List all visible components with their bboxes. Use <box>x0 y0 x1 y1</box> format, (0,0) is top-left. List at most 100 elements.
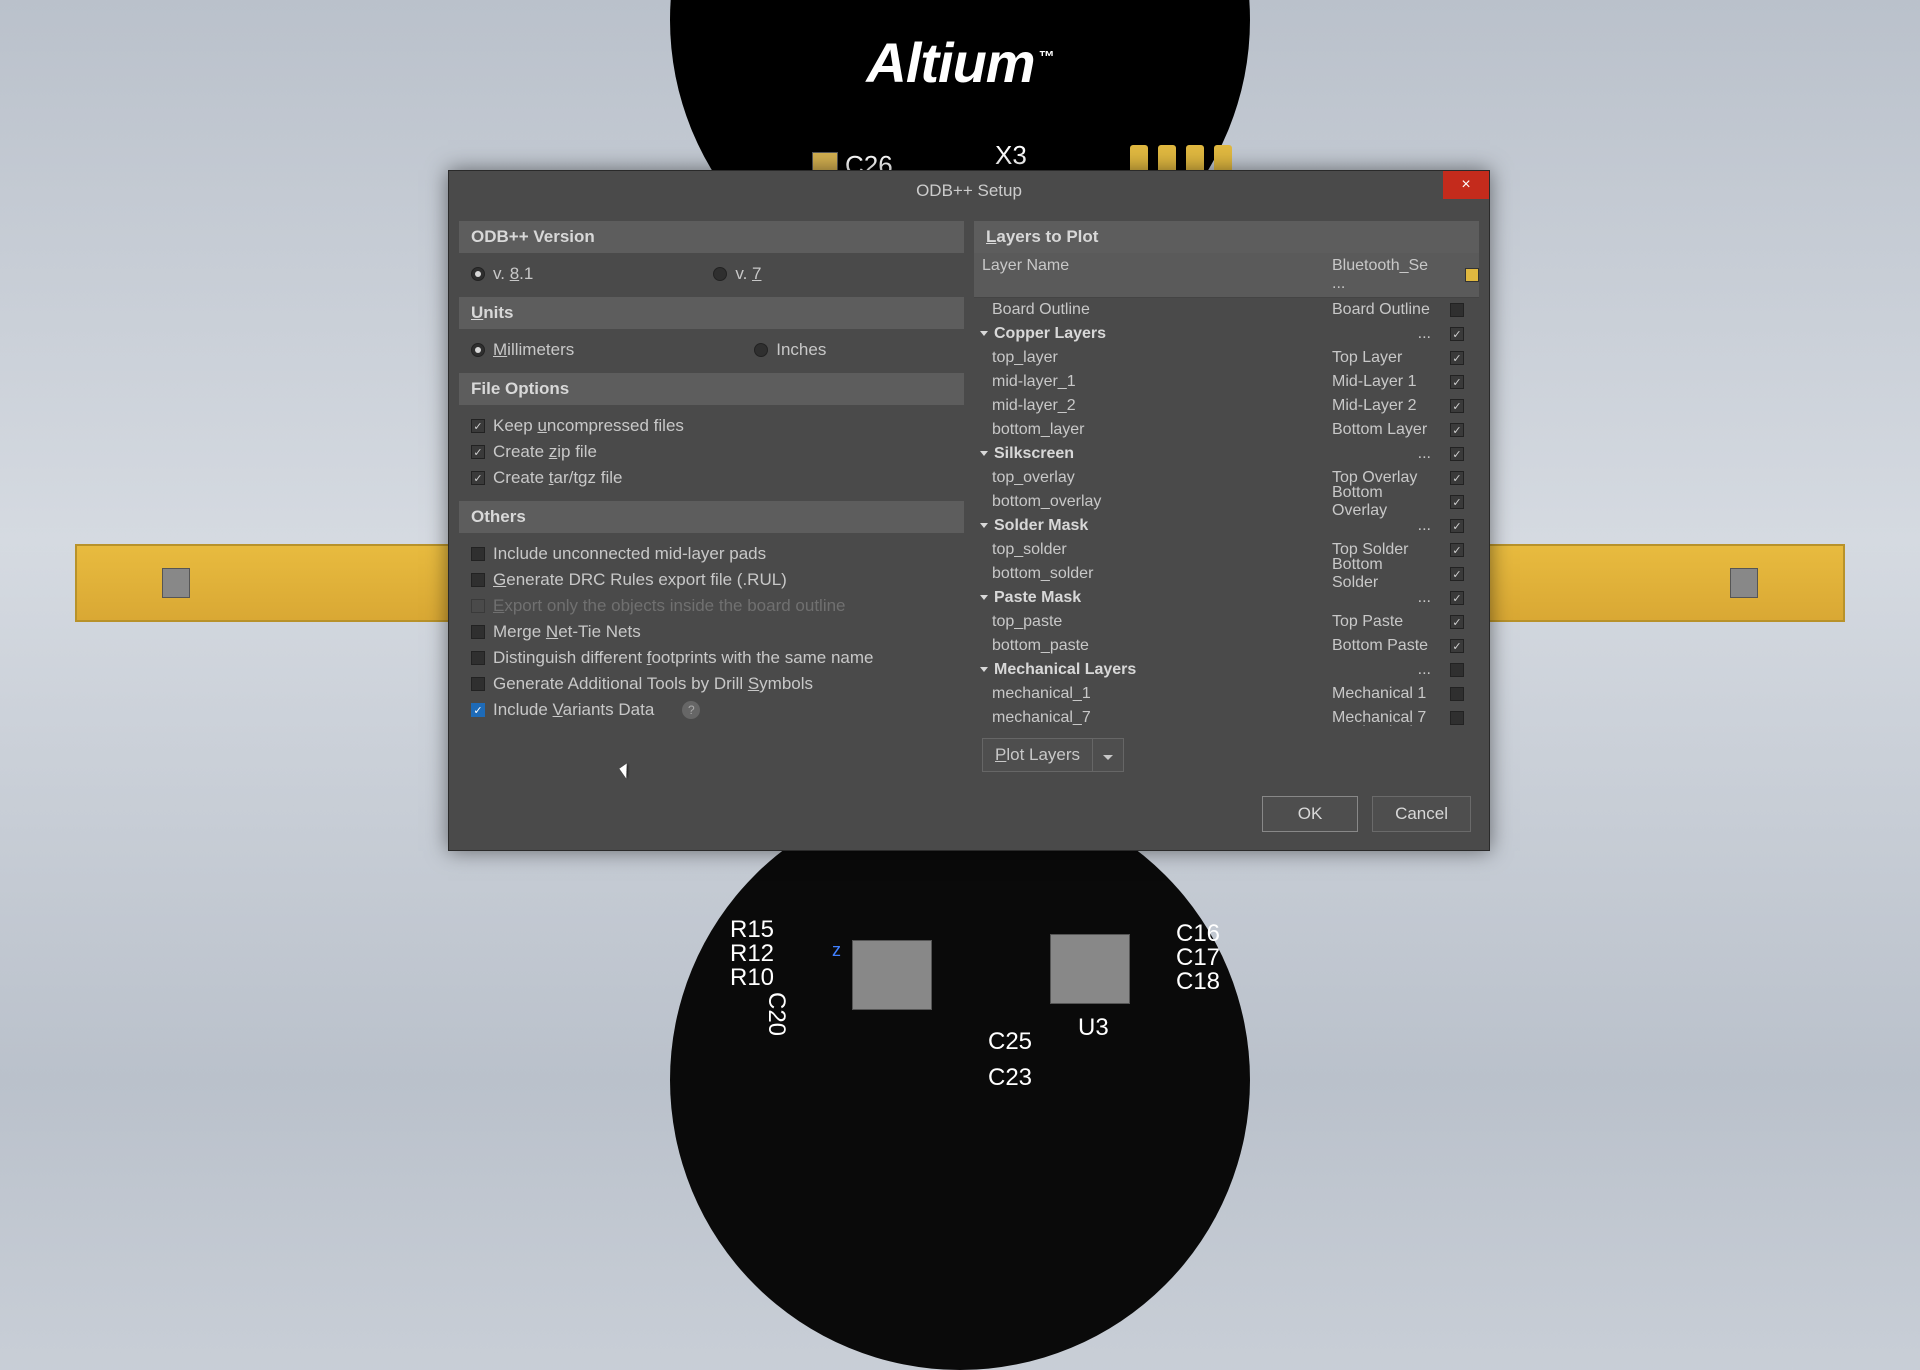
table-row[interactable]: bottom_solderBottom Solder <box>974 562 1479 586</box>
table-row[interactable]: mid-layer_2Mid-Layer 2 <box>974 394 1479 418</box>
check-merge-nettie[interactable]: Merge Net-Tie Nets <box>471 619 952 645</box>
check-keep-uncompressed[interactable]: Keep uncompressed files <box>471 413 952 439</box>
layer-right-cell: Top Layer <box>1324 345 1439 371</box>
check-drc-rules[interactable]: Generate DRC Rules export file (.RUL) <box>471 567 952 593</box>
expand-caret-icon[interactable] <box>980 331 988 336</box>
table-row[interactable]: bottom_pasteBottom Paste <box>974 634 1479 658</box>
checkbox-off-icon <box>471 573 485 587</box>
layer-name: bottom_paste <box>992 637 1089 654</box>
layer-check-cell[interactable] <box>1439 711 1475 725</box>
radio-v81-label: v. 8.1 <box>493 264 533 284</box>
checkbox-on-icon[interactable] <box>1450 591 1464 605</box>
table-row[interactable]: top_pasteTop Paste <box>974 610 1479 634</box>
table-row[interactable]: mechanical_1Mechanical 1 <box>974 682 1479 706</box>
checkbox-on-icon[interactable] <box>1450 447 1464 461</box>
pcb-background-bottom <box>670 790 1250 1370</box>
layer-check-cell[interactable] <box>1439 351 1475 365</box>
check-create-zip[interactable]: Create zip file <box>471 439 952 465</box>
layer-check-cell[interactable] <box>1439 615 1475 629</box>
check-distinguish-footprints[interactable]: Distinguish different footprints with th… <box>471 645 952 671</box>
table-header[interactable]: Layer Name Bluetooth_Se ... <box>974 253 1479 298</box>
table-row[interactable]: Copper Layers... <box>974 322 1479 346</box>
table-row[interactable]: Solder Mask... <box>974 514 1479 538</box>
layer-check-cell[interactable] <box>1439 327 1475 341</box>
checkbox-off-icon[interactable] <box>1450 303 1464 317</box>
expand-caret-icon[interactable] <box>980 667 988 672</box>
layer-name-cell: bottom_layer <box>974 417 1324 443</box>
dialog-title: ODB++ Setup <box>916 181 1022 201</box>
layer-check-cell[interactable] <box>1439 447 1475 461</box>
checkbox-on-icon[interactable] <box>1450 639 1464 653</box>
layer-name: top_paste <box>992 613 1062 630</box>
checkbox-on-icon[interactable] <box>1450 519 1464 533</box>
ok-button[interactable]: OK <box>1262 796 1358 832</box>
layer-check-cell[interactable] <box>1439 399 1475 413</box>
label-u3: U3 <box>1078 1014 1109 1042</box>
layer-name-cell: top_overlay <box>974 465 1324 491</box>
table-row[interactable]: Board OutlineBoard Outline <box>974 298 1479 322</box>
checkbox-on-icon[interactable] <box>1450 471 1464 485</box>
close-button[interactable]: × <box>1443 171 1489 199</box>
checkbox-on-icon[interactable] <box>1450 327 1464 341</box>
label-c25: C25 <box>988 1028 1032 1056</box>
checkbox-on-icon[interactable] <box>1450 423 1464 437</box>
radio-dot-on-icon <box>471 343 485 357</box>
expand-caret-icon[interactable] <box>980 451 988 456</box>
layer-right-cell: ... <box>1324 513 1439 539</box>
checkbox-on-icon[interactable] <box>1450 543 1464 557</box>
checkbox-off-icon <box>471 547 485 561</box>
check-zip-label: Create zip file <box>493 442 597 462</box>
layer-check-cell[interactable] <box>1439 687 1475 701</box>
checkbox-on-icon[interactable] <box>1450 399 1464 413</box>
check-drill-symbols[interactable]: Generate Additional Tools by Drill Symbo… <box>471 671 952 697</box>
layer-check-cell[interactable] <box>1439 423 1475 437</box>
col-header-right: Bluetooth_Se ... <box>1324 253 1443 297</box>
layer-check-cell[interactable] <box>1439 303 1475 317</box>
help-icon[interactable]: ? <box>682 701 700 719</box>
layer-check-cell[interactable] <box>1439 375 1475 389</box>
table-row[interactable]: Paste Mask... <box>974 586 1479 610</box>
table-row[interactable]: bottom_layerBottom Layer <box>974 418 1479 442</box>
pad-1 <box>1130 145 1148 173</box>
check-dist-label: Distinguish different footprints with th… <box>493 648 874 668</box>
cancel-button[interactable]: Cancel <box>1372 796 1471 832</box>
layer-check-cell[interactable] <box>1439 567 1475 581</box>
layer-check-cell[interactable] <box>1439 519 1475 533</box>
checkbox-off-icon[interactable] <box>1450 687 1464 701</box>
layer-check-cell[interactable] <box>1439 471 1475 485</box>
expand-caret-icon[interactable] <box>980 523 988 528</box>
layer-check-cell[interactable] <box>1439 663 1475 677</box>
layer-right-cell: Bottom Layer <box>1324 417 1439 443</box>
layer-check-cell[interactable] <box>1439 591 1475 605</box>
title-bar[interactable]: ODB++ Setup × <box>449 171 1489 211</box>
plot-layers-button[interactable]: Plot Layers <box>982 738 1124 772</box>
checkbox-off-icon[interactable] <box>1450 711 1464 725</box>
checkbox-on-icon[interactable] <box>1450 615 1464 629</box>
radio-v7[interactable]: v. 7 <box>713 261 761 287</box>
expand-caret-icon[interactable] <box>980 595 988 600</box>
check-midlayer-pads[interactable]: Include unconnected mid-layer pads <box>471 541 952 567</box>
radio-inches[interactable]: Inches <box>754 337 826 363</box>
table-row[interactable]: Silkscreen... <box>974 442 1479 466</box>
radio-millimeters[interactable]: Millimeters <box>471 337 574 363</box>
checkbox-on-icon[interactable] <box>1450 375 1464 389</box>
checkbox-on-icon[interactable] <box>1450 495 1464 509</box>
checkbox-on-icon[interactable] <box>1450 567 1464 581</box>
table-rows[interactable]: Board OutlineBoard OutlineCopper Layers.… <box>974 298 1479 726</box>
layer-name: top_solder <box>992 541 1067 558</box>
table-row[interactable]: top_layerTop Layer <box>974 346 1479 370</box>
layer-check-cell[interactable] <box>1439 495 1475 509</box>
check-create-tar[interactable]: Create tar/tgz file <box>471 465 952 491</box>
layer-check-cell[interactable] <box>1439 543 1475 557</box>
table-row[interactable]: Mechanical Layers... <box>974 658 1479 682</box>
table-row[interactable]: bottom_overlayBottom Overlay <box>974 490 1479 514</box>
layer-check-cell[interactable] <box>1439 639 1475 653</box>
radio-v81[interactable]: v. 8.1 <box>471 261 533 287</box>
checkbox-on-icon[interactable] <box>1450 351 1464 365</box>
check-include-variants[interactable]: Include Variants Data ? <box>471 697 952 723</box>
checkbox-off-icon[interactable] <box>1450 663 1464 677</box>
plot-layers-label: Plot Layers <box>983 739 1093 771</box>
table-row[interactable]: mid-layer_1Mid-Layer 1 <box>974 370 1479 394</box>
plot-layers-dropdown[interactable] <box>1093 739 1123 771</box>
pcb-comp-right <box>1730 568 1758 598</box>
